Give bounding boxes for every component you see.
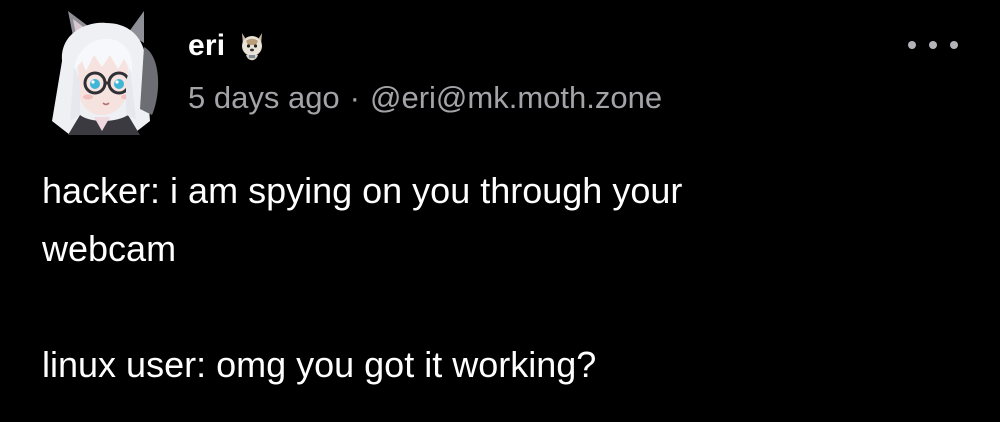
avatar[interactable] bbox=[40, 11, 164, 135]
timestamp[interactable]: 5 days ago bbox=[188, 80, 340, 115]
anime-avatar-icon bbox=[40, 11, 164, 135]
post-body: hacker: i am spying on you through your … bbox=[42, 162, 942, 394]
post-card: eri 5 days ago · @eri@mk.moth.zone hacker:… bbox=[0, 0, 1000, 422]
author-row: eri bbox=[188, 26, 267, 66]
post-meta: 5 days ago · @eri@mk.moth.zone bbox=[188, 80, 662, 116]
more-options-button[interactable] bbox=[908, 30, 958, 60]
ellipsis-icon bbox=[929, 41, 937, 49]
meta-separator: · bbox=[349, 80, 360, 115]
post-text-paragraph: linux user: omg you got it working? bbox=[42, 344, 597, 385]
ellipsis-icon bbox=[950, 41, 958, 49]
post-text-paragraph: hacker: i am spying on you through your … bbox=[42, 170, 683, 269]
author-handle[interactable]: @eri@mk.moth.zone bbox=[370, 80, 662, 115]
display-name[interactable]: eri bbox=[188, 29, 225, 63]
dog-emoji-icon bbox=[237, 29, 267, 63]
ellipsis-icon bbox=[908, 41, 916, 49]
